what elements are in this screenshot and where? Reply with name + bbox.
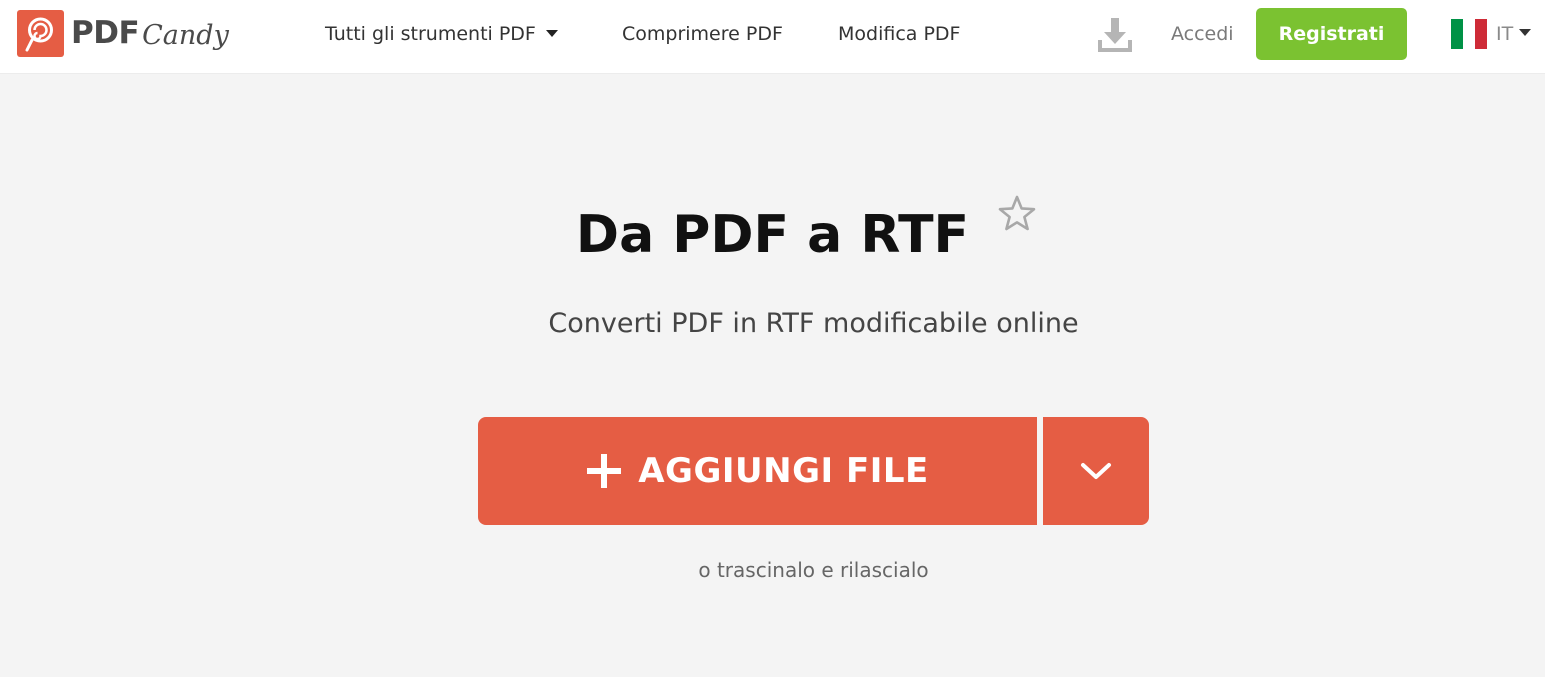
- nav-compress-pdf[interactable]: Comprimere PDF: [622, 20, 783, 48]
- page-subtitle: Converti PDF in RTF modificabile online: [548, 308, 1079, 339]
- logo[interactable]: PDF Candy: [17, 9, 229, 57]
- nav-edit-pdf[interactable]: Modifica PDF: [838, 20, 960, 48]
- add-file-button[interactable]: AGGIUNGI FILE: [478, 417, 1037, 525]
- language-code: IT: [1496, 23, 1514, 45]
- lollipop-icon: [17, 9, 64, 57]
- login-link[interactable]: Accedi: [1171, 20, 1234, 48]
- add-file-options-dropdown[interactable]: [1043, 417, 1149, 525]
- nav-all-tools-dropdown[interactable]: Tutti gli strumenti PDF: [325, 20, 558, 48]
- caret-down-icon: [1519, 29, 1532, 36]
- logo-text-pdf: PDF: [71, 15, 140, 51]
- caret-down-icon: [545, 29, 558, 37]
- download-icon[interactable]: [1097, 16, 1133, 54]
- add-file-label: AGGIUNGI FILE: [638, 451, 929, 491]
- chevron-down-icon: [1081, 463, 1111, 479]
- star-icon[interactable]: [998, 195, 1036, 231]
- drag-drop-hint: o trascinalo e rilascialo: [698, 558, 929, 582]
- page-title: Da PDF a RTF: [575, 205, 970, 265]
- top-header: PDF Candy Tutti gli strumenti PDF Compri…: [0, 0, 1545, 74]
- language-selector[interactable]: IT: [1451, 18, 1532, 50]
- logo-text-candy: Candy: [142, 19, 229, 51]
- plus-icon: [587, 454, 622, 488]
- register-button[interactable]: Registrati: [1256, 8, 1407, 60]
- italy-flag-icon: [1451, 19, 1487, 49]
- nav-all-tools-label: Tutti gli strumenti PDF: [325, 23, 536, 45]
